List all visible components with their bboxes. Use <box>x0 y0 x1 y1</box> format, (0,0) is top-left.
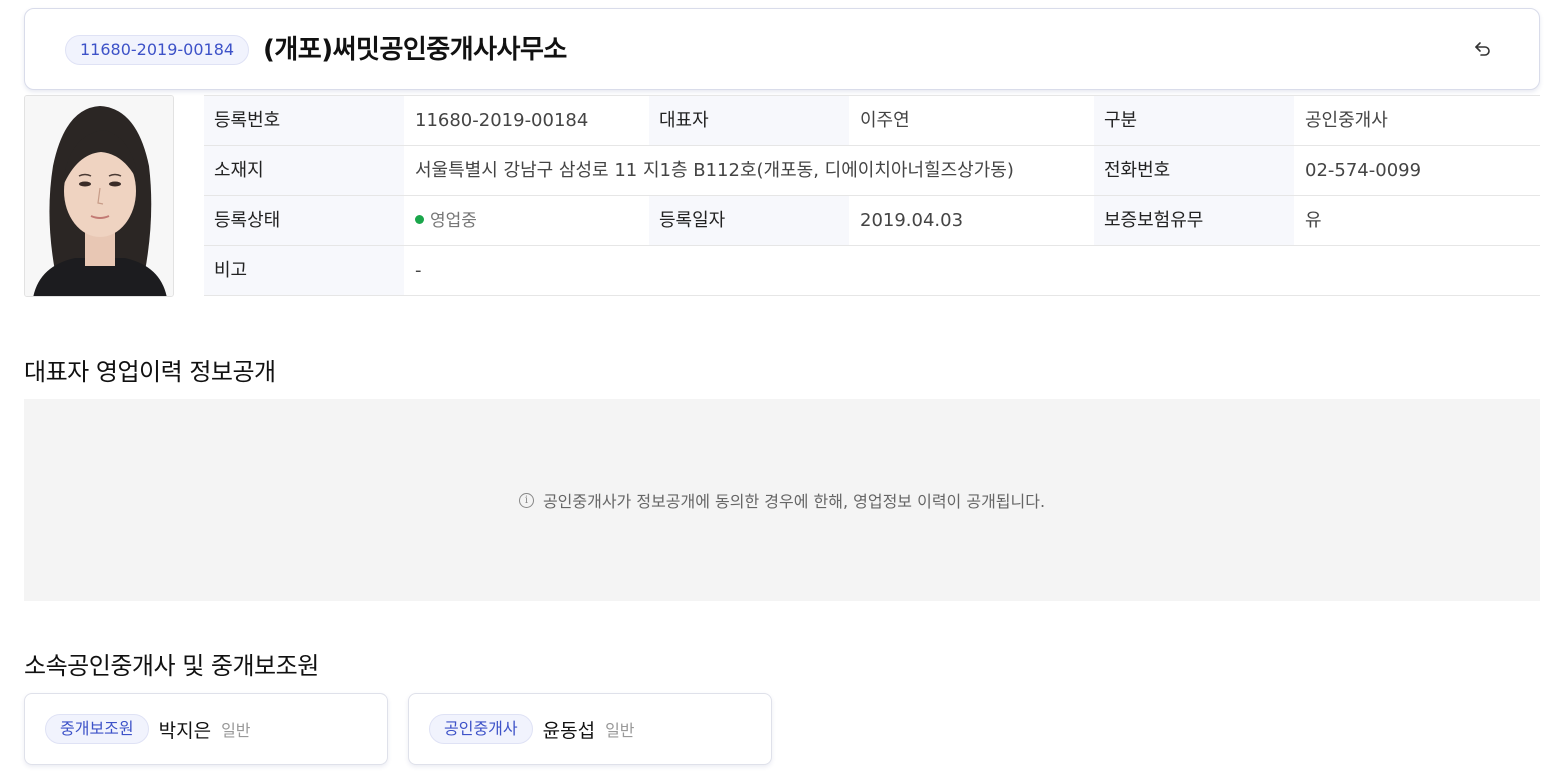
value-phone: 02-574-0099 <box>1305 160 1422 181</box>
label-address: 소재지 <box>204 146 404 195</box>
label-insurance: 보증보험유무 <box>1094 196 1294 245</box>
label-registration-number: 등록번호 <box>204 96 404 145</box>
status-dot-icon <box>415 215 424 224</box>
table-row: 비고 - <box>204 246 1540 296</box>
member-role-badge: 공인중개사 <box>429 714 533 744</box>
value-representative: 이주연 <box>860 110 910 131</box>
label-registration-date: 등록일자 <box>649 196 849 245</box>
value-insurance: 유 <box>1305 210 1322 231</box>
value-remarks: - <box>415 260 422 281</box>
history-notice-box: i 공인중개사가 정보공개에 동의한 경우에 한해, 영업정보 이력이 공개됩니… <box>24 399 1540 601</box>
label-category: 구분 <box>1094 96 1294 145</box>
table-row: 소재지 서울특별시 강남구 삼성로 11 지1층 B112호(개포동, 디에이치… <box>204 146 1540 196</box>
history-section-title: 대표자 영업이력 정보공개 <box>24 358 276 386</box>
label-representative: 대표자 <box>649 96 849 145</box>
value-registration-status: 영업중 <box>404 196 649 245</box>
members-section-title: 소속공인중개사 및 중개보조원 <box>24 652 319 680</box>
value-address: 서울특별시 강남구 삼성로 11 지1층 B112호(개포동, 디에이치아너힐즈… <box>415 160 1014 181</box>
member-type: 일반 <box>221 721 251 740</box>
back-icon[interactable] <box>1471 37 1495 61</box>
member-role-badge: 중개보조원 <box>45 714 149 744</box>
office-name-title: (개포)써밋공인중개사사무소 <box>263 35 567 65</box>
member-card[interactable]: 공인중개사 윤동섭 일반 <box>408 693 772 765</box>
member-name: 윤동섭 <box>542 719 596 742</box>
table-row: 등록번호 11680-2019-00184 대표자 이주연 구분 공인중개사 <box>204 96 1540 146</box>
office-header-card: 11680-2019-00184 (개포)써밋공인중개사사무소 <box>24 8 1540 90</box>
table-row: 등록상태 영업중 등록일자 2019.04.03 보증보험유무 유 <box>204 196 1540 246</box>
label-phone: 전화번호 <box>1094 146 1294 195</box>
label-remarks: 비고 <box>204 246 404 295</box>
value-registration-date: 2019.04.03 <box>860 210 964 231</box>
value-category: 공인중개사 <box>1305 110 1388 131</box>
member-type: 일반 <box>605 721 635 740</box>
representative-photo <box>24 95 174 297</box>
member-name: 박지은 <box>158 719 212 742</box>
history-notice-text: 공인중개사가 정보공개에 동의한 경우에 한해, 영업정보 이력이 공개됩니다. <box>542 492 1046 511</box>
info-icon: i <box>518 492 534 508</box>
value-registration-number: 11680-2019-00184 <box>415 110 589 131</box>
label-registration-status: 등록상태 <box>204 196 404 245</box>
status-text: 영업중 <box>430 211 477 231</box>
member-card[interactable]: 중개보조원 박지은 일반 <box>24 693 388 765</box>
registration-number-badge: 11680-2019-00184 <box>65 35 250 65</box>
office-info-table: 등록번호 11680-2019-00184 대표자 이주연 구분 공인중개사 소… <box>204 95 1540 296</box>
